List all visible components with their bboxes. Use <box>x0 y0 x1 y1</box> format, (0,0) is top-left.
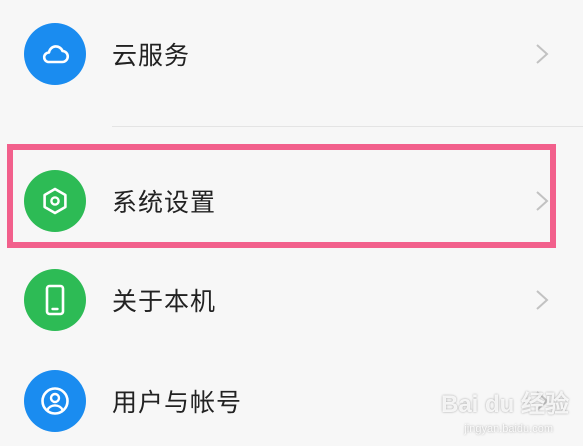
settings-item-system-settings[interactable]: 系统设置 <box>0 156 583 246</box>
settings-item-cloud-service[interactable]: 云服务 <box>0 9 583 99</box>
settings-item-about-phone[interactable]: 关于本机 <box>0 255 583 345</box>
settings-item-label: 关于本机 <box>112 287 217 316</box>
settings-item-label: 用户与帐号 <box>112 388 243 417</box>
section-divider <box>112 126 583 127</box>
hexagon-gear-icon <box>24 170 86 232</box>
chevron-right-icon <box>536 191 549 211</box>
settings-item-label: 云服务 <box>112 41 191 70</box>
chevron-right-icon <box>536 290 549 310</box>
chevron-right-icon <box>536 44 549 64</box>
user-icon <box>24 370 86 432</box>
cloud-icon <box>24 23 86 85</box>
watermark-url: jingyan.baidu.com <box>464 423 553 435</box>
settings-item-label: 系统设置 <box>112 188 217 217</box>
watermark-logo: Bai du 经验 <box>440 391 569 418</box>
phone-icon <box>24 269 86 331</box>
